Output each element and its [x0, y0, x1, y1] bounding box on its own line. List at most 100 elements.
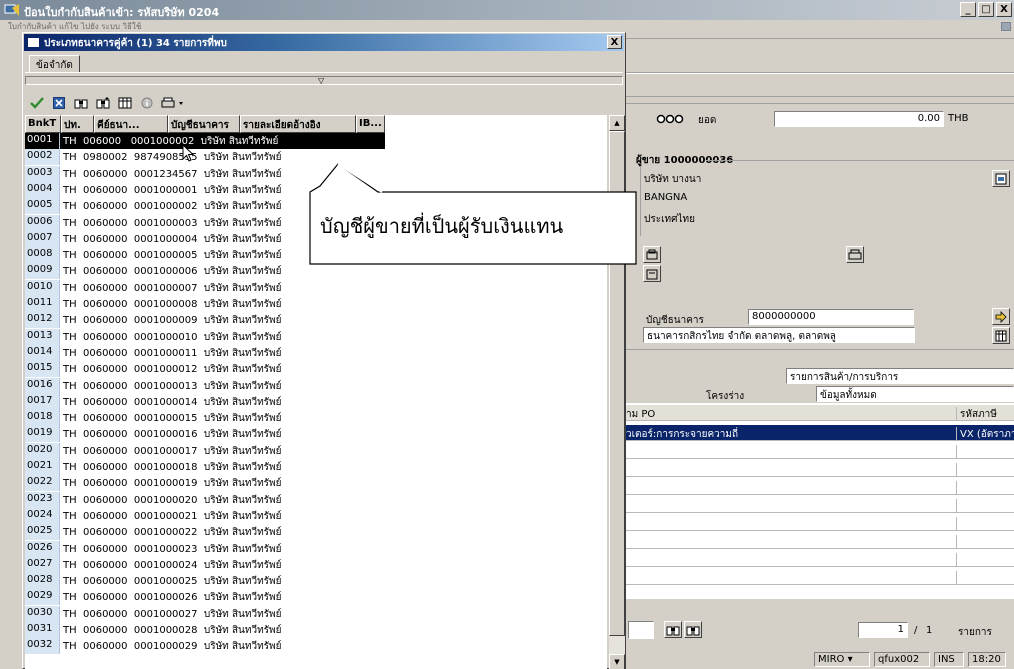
page-total: 1: [926, 625, 933, 636]
list-vertical-scrollbar[interactable]: ▲ ▼: [609, 115, 625, 669]
row-bank-type: 0016: [25, 377, 60, 394]
print-menu-icon[interactable]: [161, 95, 187, 111]
status-system[interactable]: MIRO ▾: [814, 652, 870, 667]
list-row[interactable]: 0023 TH 0060000 0001000020 บริษัท สินทวีท…: [25, 491, 607, 508]
next-bank-button[interactable]: [992, 308, 1010, 325]
list-row[interactable]: 0004 TH 0060000 0001000001 บริษัท สินทวีท…: [25, 181, 607, 198]
list-row[interactable]: 0009 TH 0060000 0001000006 บริษัท สินทวีท…: [25, 263, 607, 280]
row-bank-type: 0002: [25, 149, 60, 166]
row-bank-type: 0021: [25, 459, 60, 475]
grid-col-po[interactable]: าม PO: [624, 407, 956, 422]
page-current-field[interactable]: 1: [858, 622, 908, 638]
find-next-icon[interactable]: [95, 95, 111, 111]
restrictions-collapse-bar[interactable]: ▽: [25, 76, 623, 85]
scroll-up-button[interactable]: ▲: [609, 115, 625, 131]
list-row[interactable]: 0017 TH 0060000 0001000014 บริษัท สินทวีท…: [25, 393, 607, 410]
list-row[interactable]: 0022 TH 0060000 0001000019 บริษัท สินทวีท…: [25, 475, 607, 492]
list-row[interactable]: 0012 TH 0060000 0001000009 บริษัท สินทวีท…: [25, 312, 607, 329]
tab-restrictions[interactable]: ข้อจำกัด: [29, 55, 80, 73]
row-bank-type: 0006: [25, 214, 60, 231]
divider: [624, 349, 1014, 350]
check-icon[interactable]: [29, 95, 45, 111]
list-row[interactable]: 0028 TH 0060000 0001000025 บริษัท สินทวีท…: [25, 573, 607, 590]
list-row[interactable]: 0029 TH 0060000 0001000026 บริษัท สินทวีท…: [25, 589, 607, 606]
print-button[interactable]: [846, 246, 864, 263]
col-header-bank-account[interactable]: บัญชีธนาคาร: [168, 115, 240, 133]
layout-select[interactable]: ข้อมูลทั้งหมด: [816, 386, 1014, 402]
spreadsheet-icon[interactable]: [117, 95, 133, 111]
find-next-button[interactable]: [684, 621, 702, 638]
row-empty-area: [385, 622, 607, 638]
row-bank-type: 0011: [25, 296, 60, 312]
position-field[interactable]: [628, 621, 654, 639]
grid-row[interactable]: [624, 533, 1014, 549]
col-header-iban[interactable]: IB...: [356, 115, 385, 133]
list-row[interactable]: 0013 TH 0060000 0001000010 บริษัท สินทวีท…: [25, 328, 607, 345]
row-details: TH 0060000 0001000008 บริษัท สินทวีทรัพย…: [60, 296, 385, 312]
grid-row[interactable]: [624, 461, 1014, 477]
bank-account-field[interactable]: 8000000000: [748, 309, 914, 325]
minimize-button[interactable]: _: [960, 2, 976, 17]
maximize-button[interactable]: □: [978, 2, 994, 17]
grid-row[interactable]: [624, 569, 1014, 585]
col-header-banktype[interactable]: BnkT: [25, 115, 61, 133]
find-button[interactable]: [664, 621, 682, 638]
vendor-detail-button[interactable]: [992, 170, 1010, 187]
row-empty-area: [385, 133, 607, 149]
list-row[interactable]: 0016 TH 0060000 0001000013 บริษัท สินทวีท…: [25, 377, 607, 394]
close-button[interactable]: X: [996, 2, 1012, 17]
grid-row[interactable]: [624, 479, 1014, 495]
row-empty-area: [385, 556, 607, 573]
col-header-reference[interactable]: รายละเอียดอ้างอิง: [240, 115, 356, 133]
menu-bar[interactable]: ใบกำกับสินค้า แก้ไข ไปยัง ระบบ วิธีใช้: [0, 20, 1014, 32]
col-header-bank-key[interactable]: คีย์ธนา...: [94, 115, 168, 133]
find-icon[interactable]: [73, 95, 89, 111]
row-details: TH 0980002 9874908555 บริษัท สินทวีทรัพย…: [60, 149, 385, 166]
list-row[interactable]: 0003 TH 0060000 0001234567 บริษัท สินทวีท…: [25, 165, 607, 182]
list-row[interactable]: 0031 TH 0060000 0001000028 บริษัท สินทวีท…: [25, 622, 607, 638]
list-row[interactable]: 0002 TH 0980002 9874908555 บริษัท สินทวีท…: [25, 149, 607, 166]
item-list-label: รายการสินค้า/การบริการ: [786, 368, 1014, 384]
list-row[interactable]: 0011 TH 0060000 0001000008 บริษัท สินทวีท…: [25, 296, 607, 312]
col-header-country[interactable]: ปท.: [61, 115, 94, 133]
scroll-down-button[interactable]: ▼: [609, 654, 625, 669]
list-row[interactable]: 0027 TH 0060000 0001000024 บริษัท สินทวีท…: [25, 556, 607, 573]
info-icon[interactable]: [139, 95, 155, 111]
printer-icon: [848, 249, 862, 259]
grid-row[interactable]: วเตอร์:การกระจายความถี่ VX (อัตราภา: [624, 425, 1014, 441]
list-row[interactable]: 0008 TH 0060000 0001000005 บริษัท สินทวีท…: [25, 247, 607, 264]
list-row[interactable]: 0026 TH 0060000 0001000023 บริษัท สินทวีท…: [25, 540, 607, 557]
list-row[interactable]: 0032 TH 0060000 0001000029 บริษัท สินทวีท…: [25, 638, 607, 655]
list-row[interactable]: 0014 TH 0060000 0001000011 บริษัท สินทวีท…: [25, 344, 607, 361]
grid-row[interactable]: [624, 443, 1014, 459]
window-mini-icon[interactable]: [1001, 22, 1011, 31]
scroll-thumb[interactable]: [609, 131, 625, 636]
row-empty-area: [385, 181, 607, 198]
row-details: TH 0060000 0001000020 บริษัท สินทวีทรัพย…: [60, 491, 385, 508]
list-row[interactable]: 0019 TH 0060000 0001000016 บริษัท สินทวีท…: [25, 426, 607, 443]
grid-row[interactable]: [624, 515, 1014, 531]
list-row[interactable]: 0015 TH 0060000 0001000012 บริษัท สินทวีท…: [25, 361, 607, 378]
cancel-icon[interactable]: [51, 95, 67, 111]
fax-button[interactable]: [643, 265, 661, 282]
dialog-close-button[interactable]: X: [607, 35, 622, 49]
list-row[interactable]: 0001 TH 006000 0001000002 บริษัท สินทวีทร…: [25, 133, 607, 149]
row-empty-area: [385, 263, 607, 280]
list-row[interactable]: 0030 TH 0060000 0001000027 บริษัท สินทวีท…: [25, 605, 607, 622]
row-empty-area: [385, 507, 607, 524]
grid-col-taxcode[interactable]: รหัสภาษี: [956, 407, 1014, 421]
grid-row[interactable]: [624, 497, 1014, 513]
bank-list-button[interactable]: [992, 327, 1010, 344]
grid-row[interactable]: [624, 551, 1014, 567]
list-row[interactable]: 0021 TH 0060000 0001000018 บริษัท สินทวีท…: [25, 459, 607, 475]
row-bank-type: 0024: [25, 507, 60, 524]
row-bank-type: 0009: [25, 263, 60, 280]
list-row[interactable]: 0025 TH 0060000 0001000022 บริษัท สินทวีท…: [25, 524, 607, 541]
main-title-bar: ป้อนใบกำกับสินค้าเข้า: รหัสบริษัท 0204 _…: [0, 0, 1014, 20]
list-row[interactable]: 0024 TH 0060000 0001000021 บริษัท สินทวีท…: [25, 507, 607, 524]
list-row[interactable]: 0010 TH 0060000 0001000007 บริษัท สินทวีท…: [25, 279, 607, 296]
list-row[interactable]: 0020 TH 0060000 0001000017 บริษัท สินทวีท…: [25, 442, 607, 459]
row-bank-type: 0003: [25, 165, 60, 182]
list-row[interactable]: 0018 TH 0060000 0001000015 บริษัท สินทวีท…: [25, 410, 607, 427]
phone-button[interactable]: [643, 246, 661, 263]
